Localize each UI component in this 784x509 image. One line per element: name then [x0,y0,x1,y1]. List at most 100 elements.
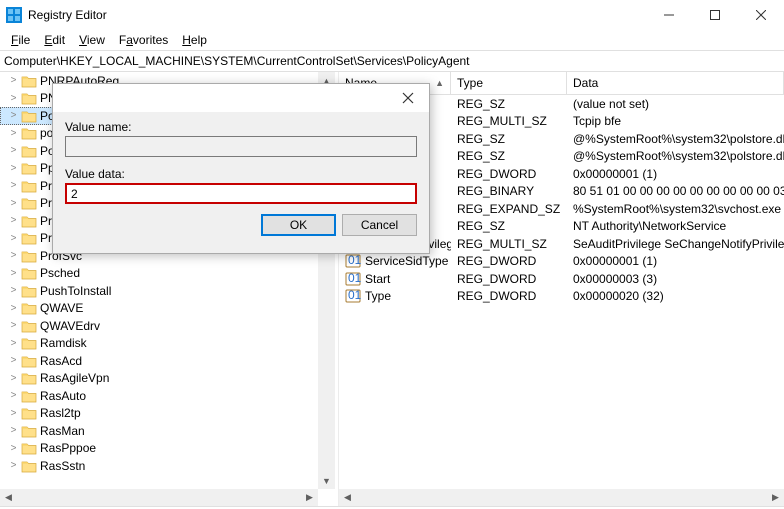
menu-help[interactable]: Help [175,32,214,48]
value-data: @%SystemRoot%\system32\polstore.dl [567,149,784,163]
folder-icon [21,336,37,350]
list-hscroll[interactable]: ◀ ▶ [339,489,784,506]
tree-twisty-icon[interactable]: > [6,250,21,261]
tree-twisty-icon[interactable]: > [6,425,21,436]
scroll-right-icon[interactable]: ▶ [301,489,318,506]
address-input[interactable] [0,51,784,71]
tree-hscroll[interactable]: ◀ ▶ [0,489,318,506]
tree-twisty-icon[interactable]: > [6,320,21,331]
list-row[interactable]: 011TypeREG_DWORD0x00000020 (32) [339,288,784,306]
titlebar: Registry Editor [0,0,784,30]
tree-item-label: Psched [40,266,80,280]
value-type: REG_EXPAND_SZ [451,202,567,216]
tree-item[interactable]: > Psched [0,265,335,283]
scroll-right-icon[interactable]: ▶ [767,489,784,506]
tree-item[interactable]: > QWAVEdrv [0,317,335,335]
tree-twisty-icon[interactable]: > [6,373,21,384]
value-data-label: Value data: [65,167,417,181]
menu-file[interactable]: File [4,32,37,48]
tree-twisty-icon[interactable]: > [6,390,21,401]
tree-twisty-icon[interactable]: > [6,198,21,209]
binary-value-icon: 011 [345,254,361,268]
window-title: Registry Editor [28,8,646,22]
tree-twisty-icon[interactable]: > [6,93,21,104]
tree-twisty-icon[interactable]: > [6,110,21,121]
folder-icon [21,354,37,368]
tree-item[interactable]: >RasMan [0,422,335,440]
tree-twisty-icon[interactable]: > [6,75,21,86]
value-type: REG_DWORD [451,254,567,268]
folder-icon [21,144,37,158]
tree-twisty-icon[interactable]: > [6,128,21,139]
folder-icon [21,284,37,298]
folder-icon [21,161,37,175]
tree-item-label: QWAVEdrv [40,319,100,333]
value-type: REG_SZ [451,97,567,111]
menu-edit[interactable]: Edit [37,32,72,48]
folder-icon [21,74,37,88]
tree-item[interactable]: >Rasl2tp [0,405,335,423]
tree-twisty-icon[interactable]: > [6,233,21,244]
tree-twisty-icon[interactable]: > [6,268,21,279]
tree-twisty-icon[interactable]: > [6,215,21,226]
dialog-titlebar [53,84,429,112]
binary-value-icon: 011 [345,272,361,286]
svg-text:011: 011 [348,272,361,285]
edit-value-dialog: Value name: Value data: OK Cancel [52,83,430,254]
scroll-left-icon[interactable]: ◀ [339,489,356,506]
scroll-down-icon[interactable]: ▼ [318,472,335,489]
tree-twisty-icon[interactable]: > [6,163,21,174]
value-name-input[interactable] [65,136,417,157]
maximize-button[interactable] [692,0,738,30]
menu-view[interactable]: View [72,32,112,48]
ok-button[interactable]: OK [261,214,336,236]
list-row[interactable]: 011ServiceSidTypeREG_DWORD0x00000001 (1) [339,253,784,271]
value-data: 0x00000001 (1) [567,254,784,268]
close-button[interactable] [738,0,784,30]
folder-icon [21,371,37,385]
tree-twisty-icon[interactable]: > [6,303,21,314]
tree-twisty-icon[interactable]: > [6,408,21,419]
value-data: 80 51 01 00 00 00 00 00 00 00 00 00 03 0… [567,184,784,198]
tree-item[interactable]: >QWAVE [0,300,335,318]
list-row[interactable]: 011StartREG_DWORD0x00000003 (3) [339,270,784,288]
tree-item[interactable]: >RasAuto [0,387,335,405]
value-name: Type [365,289,391,303]
tree-twisty-icon[interactable]: > [6,460,21,471]
tree-item[interactable]: >PushToInstall [0,282,335,300]
tree-twisty-icon[interactable]: > [6,180,21,191]
tree-item-label: RasAgileVpn [40,371,109,385]
dialog-body: Value name: Value data: [53,112,429,204]
value-name: Start [365,272,390,286]
tree-twisty-icon[interactable]: > [6,285,21,296]
value-data: 0x00000020 (32) [567,289,784,303]
value-type: REG_MULTI_SZ [451,237,567,251]
address-bar [0,50,784,72]
value-data-input[interactable] [65,183,417,204]
menu-favorites[interactable]: Favorites [112,32,175,48]
folder-icon [21,249,37,263]
tree-twisty-icon[interactable]: > [6,338,21,349]
tree-twisty-icon[interactable]: > [6,145,21,156]
tree-item[interactable]: >RasSstn [0,457,335,475]
tree-item[interactable]: >RasPppoe [0,440,335,458]
folder-icon [21,109,37,123]
tree-item[interactable]: >Ramdisk [0,335,335,353]
value-type: REG_SZ [451,149,567,163]
value-type: REG_DWORD [451,272,567,286]
tree-item[interactable]: >RasAcd [0,352,335,370]
tree-twisty-icon[interactable]: > [6,355,21,366]
scroll-left-icon[interactable]: ◀ [0,489,17,506]
minimize-button[interactable] [646,0,692,30]
folder-icon [21,91,37,105]
folder-icon [21,266,37,280]
dialog-close-button[interactable] [387,84,429,112]
tree-twisty-icon[interactable]: > [6,443,21,454]
col-type[interactable]: Type [451,72,567,94]
tree-item[interactable]: > RasAgileVpn [0,370,335,388]
dialog-buttons: OK Cancel [53,204,429,246]
cancel-button[interactable]: Cancel [342,214,417,236]
value-data: (value not set) [567,97,784,111]
menubar: File Edit View Favorites Help [0,30,784,50]
col-data[interactable]: Data [567,72,784,94]
